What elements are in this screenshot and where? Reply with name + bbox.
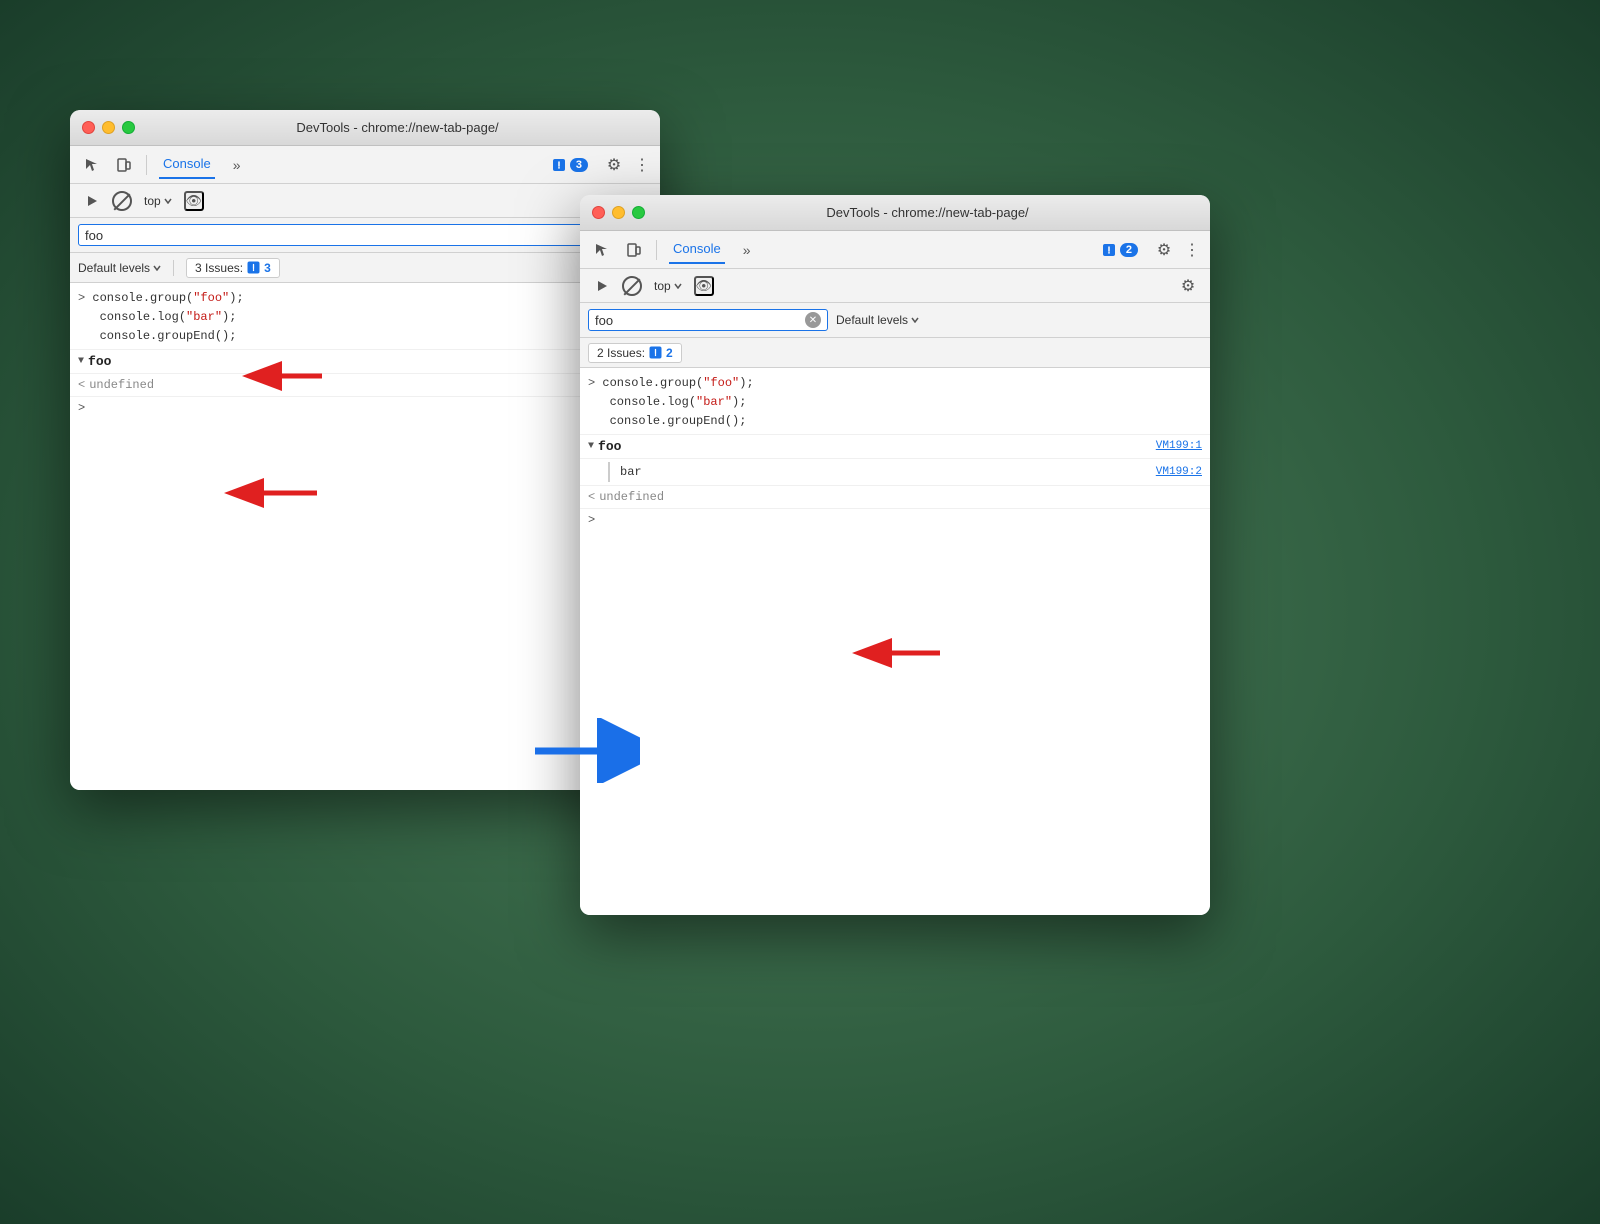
- select-element-button-1[interactable]: [78, 151, 106, 179]
- run-script-button-2[interactable]: [588, 272, 616, 300]
- filter-row-1: Default levels 3 Issues: 3: [70, 253, 660, 283]
- console-output-1[interactable]: > console.group("foo"); console.log("bar…: [70, 283, 660, 790]
- eye-button-2[interactable]: 👁: [694, 276, 714, 296]
- more-menu-button-2[interactable]: ⋮: [1182, 236, 1202, 264]
- traffic-lights-2: [592, 206, 645, 219]
- device-mode-button-2[interactable]: [620, 236, 648, 264]
- more-menu-button-1[interactable]: ⋮: [632, 151, 652, 179]
- default-levels-button-2[interactable]: Default levels: [836, 313, 919, 327]
- code-line-2c: console.groupEnd();: [588, 412, 1202, 431]
- search-input-2[interactable]: foo: [595, 313, 801, 328]
- code-line-2b: console.log("bar");: [588, 393, 1202, 412]
- foo-label-1: foo: [88, 354, 111, 369]
- top-dropdown-1[interactable]: top: [138, 191, 178, 211]
- undefined-row-2: < undefined: [580, 486, 1210, 509]
- toolbar-divider-1: [146, 155, 147, 175]
- block-icon-1[interactable]: [112, 191, 132, 211]
- red-arrow-search-1: [237, 348, 327, 408]
- traffic-lights-1: [82, 121, 135, 134]
- issues-count-2: 2: [666, 346, 673, 360]
- block-icon-2[interactable]: [622, 276, 642, 296]
- top-label-2: top: [654, 279, 671, 293]
- top-label-1: top: [144, 194, 161, 208]
- select-element-button-2[interactable]: [588, 236, 616, 264]
- bar-label-2: bar: [620, 465, 642, 479]
- window-title-1: DevTools - chrome://new-tab-page/: [147, 120, 648, 135]
- search-bar-1[interactable]: foo ✕: [78, 224, 652, 246]
- minimize-button-2[interactable]: [612, 206, 625, 219]
- close-button-1[interactable]: [82, 121, 95, 134]
- red-arrow-foo-2: [850, 625, 945, 685]
- settings-button-2[interactable]: ⚙: [1150, 236, 1178, 264]
- console-tab-2[interactable]: Console: [669, 235, 725, 264]
- titlebar-1: DevTools - chrome://new-tab-page/: [70, 110, 660, 146]
- titlebar-2: DevTools - chrome://new-tab-page/: [580, 195, 1210, 231]
- close-button-2[interactable]: [592, 206, 605, 219]
- foo-row-2[interactable]: ▼ foo VM199:1: [580, 435, 1210, 459]
- bar-row-2: bar VM199:2: [580, 459, 1210, 486]
- search-bar-2[interactable]: foo ✕: [588, 309, 828, 331]
- device-mode-button-1[interactable]: [110, 151, 138, 179]
- issues-button-1[interactable]: 3 Issues: 3: [186, 258, 280, 278]
- badge-count-1: 3: [570, 158, 588, 172]
- maximize-button-2[interactable]: [632, 206, 645, 219]
- search-filter-row-2: foo ✕ Default levels: [580, 303, 1210, 338]
- run-script-button-1[interactable]: [78, 187, 106, 215]
- issues-badge-button-1[interactable]: 3: [544, 154, 596, 176]
- more-tabs-button-1[interactable]: »: [223, 151, 251, 179]
- more-tabs-button-2[interactable]: »: [733, 236, 761, 264]
- blue-arrow-right: [530, 718, 640, 788]
- issues-button-2[interactable]: 2 Issues: 2: [588, 343, 682, 363]
- console-toolbar-2: top 👁 ⚙: [580, 269, 1210, 303]
- window-title-2: DevTools - chrome://new-tab-page/: [657, 205, 1198, 220]
- top-dropdown-2[interactable]: top: [648, 276, 688, 296]
- vm-ref-2a: VM199:1: [1156, 440, 1202, 452]
- foo-label-2: foo: [598, 439, 621, 454]
- issues-label-2: 2 Issues:: [597, 346, 645, 360]
- issues-count-1: 3: [264, 261, 271, 275]
- filter-row-2: 2 Issues: 2: [580, 338, 1210, 368]
- main-toolbar-1: Console » 3 ⚙ ⋮: [70, 146, 660, 184]
- collapse-triangle-2: ▼: [588, 441, 594, 452]
- prompt-row-1[interactable]: >: [70, 397, 660, 419]
- search-input-1[interactable]: foo: [85, 228, 625, 243]
- code-line-1c: console.groupEnd();: [78, 327, 652, 346]
- console-tab-1[interactable]: Console: [159, 150, 215, 179]
- devtools-window-2: DevTools - chrome://new-tab-page/ Consol…: [580, 195, 1210, 915]
- issues-label-1: 3 Issues:: [195, 261, 243, 275]
- prompt-row-2[interactable]: >: [580, 509, 1210, 531]
- foo-row-1[interactable]: ▼ foo VM111: [70, 350, 660, 374]
- red-arrow-foo-1: [222, 465, 322, 525]
- issues-badge-button-2[interactable]: 2: [1094, 239, 1146, 261]
- search-clear-2[interactable]: ✕: [805, 312, 821, 328]
- code-group-1: > console.group("foo"); console.log("bar…: [70, 283, 660, 350]
- vm-ref-2b: VM199:2: [1156, 466, 1202, 478]
- maximize-button-1[interactable]: [122, 121, 135, 134]
- console-gear-button-2[interactable]: ⚙: [1174, 272, 1202, 300]
- minimize-button-1[interactable]: [102, 121, 115, 134]
- code-line-2a: > console.group("foo");: [588, 374, 1202, 393]
- collapse-triangle-1: ▼: [78, 356, 84, 367]
- default-levels-button-1[interactable]: Default levels: [78, 261, 161, 275]
- eye-button-1[interactable]: 👁: [184, 191, 204, 211]
- code-group-2: > console.group("foo"); console.log("bar…: [580, 368, 1210, 435]
- code-line-1a: > console.group("foo");: [78, 289, 652, 308]
- code-line-1b: console.log("bar");: [78, 308, 652, 327]
- undefined-row-1: < undefined: [70, 374, 660, 397]
- main-toolbar-2: Console » 2 ⚙ ⋮: [580, 231, 1210, 269]
- search-wrapper-1: foo ✕: [70, 218, 660, 253]
- devtools-window-1: DevTools - chrome://new-tab-page/ Consol…: [70, 110, 660, 790]
- settings-button-1[interactable]: ⚙: [600, 151, 628, 179]
- console-toolbar-1: top 👁 1 hidden: [70, 184, 660, 218]
- badge-count-2: 2: [1120, 243, 1138, 257]
